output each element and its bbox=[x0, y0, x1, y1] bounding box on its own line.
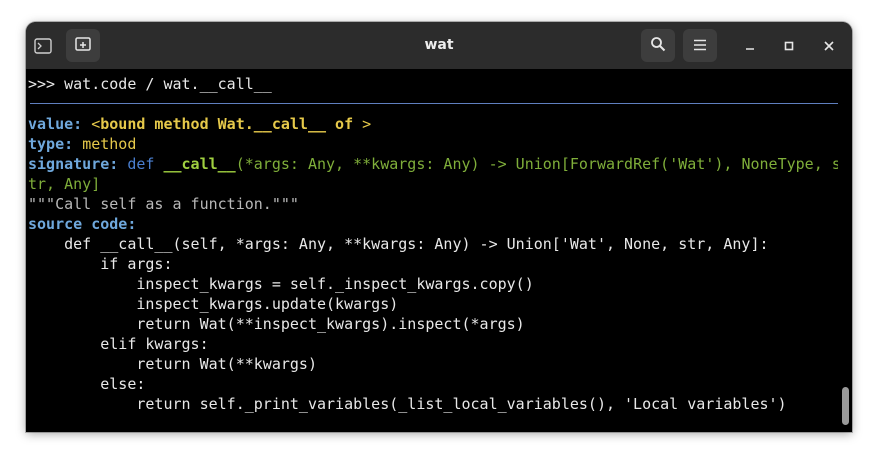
value-label: value: bbox=[28, 115, 83, 133]
title-bar: wat bbox=[26, 22, 852, 69]
separator-line bbox=[30, 103, 838, 104]
value-text: bound method Wat.__call__ of bbox=[100, 115, 354, 133]
source-line: inspect_kwargs.update(kwargs) bbox=[28, 295, 399, 313]
type-value: method bbox=[82, 135, 137, 153]
source-line: return Wat(**inspect_kwargs).inspect(*ar… bbox=[28, 315, 525, 333]
value-line: value: <bound method Wat.__call__ of > bbox=[28, 114, 371, 134]
signature-def: def bbox=[127, 155, 155, 173]
source-label: source code: bbox=[28, 215, 137, 233]
scrollbar-thumb[interactable] bbox=[842, 387, 849, 425]
source-line: inspect_kwargs = self._inspect_kwargs.co… bbox=[28, 275, 534, 293]
signature-label: signature: bbox=[28, 155, 119, 173]
type-label: type: bbox=[28, 135, 74, 153]
docstring-line: """Call self as a function.""" bbox=[28, 195, 299, 213]
source-line: else: bbox=[28, 375, 146, 393]
prompt-line: >>> wat.code / wat.__call__ bbox=[28, 75, 272, 93]
signature-name: __call__ bbox=[163, 155, 236, 173]
minimize-icon bbox=[745, 36, 755, 55]
minimize-button[interactable] bbox=[738, 29, 762, 62]
search-icon bbox=[650, 36, 666, 56]
maximize-icon bbox=[784, 36, 794, 55]
source-line: if args: bbox=[28, 255, 173, 273]
signature-args: (*args: Any, **kwargs: Any) -> Union[For… bbox=[235, 155, 841, 173]
window-title: wat bbox=[424, 37, 454, 53]
source-line: elif kwargs: bbox=[28, 335, 209, 353]
value-gt: > bbox=[353, 115, 372, 133]
signature-line: signature: def __call__(*args: Any, **kw… bbox=[28, 154, 841, 174]
menu-button[interactable] bbox=[683, 29, 717, 62]
signature-args-wrap: tr, Any] bbox=[28, 175, 101, 193]
search-button[interactable] bbox=[641, 29, 675, 62]
scrollbar[interactable] bbox=[838, 69, 852, 432]
terminal-window: wat >>> wat.code / wat.__call__ value: <… bbox=[26, 22, 852, 432]
menu-icon bbox=[693, 36, 707, 55]
close-button[interactable] bbox=[817, 29, 841, 62]
value-lt: < bbox=[91, 115, 101, 133]
maximize-button[interactable] bbox=[777, 29, 801, 62]
source-line: def __call__(self, *args: Any, **kwargs:… bbox=[28, 235, 769, 253]
source-line: return self._print_variables(_list_local… bbox=[28, 395, 787, 413]
source-line: return Wat(**kwargs) bbox=[28, 355, 317, 373]
terminal-output[interactable]: >>> wat.code / wat.__call__ value: <boun… bbox=[26, 69, 852, 432]
close-icon bbox=[824, 36, 834, 55]
type-line: type: method bbox=[28, 134, 136, 154]
